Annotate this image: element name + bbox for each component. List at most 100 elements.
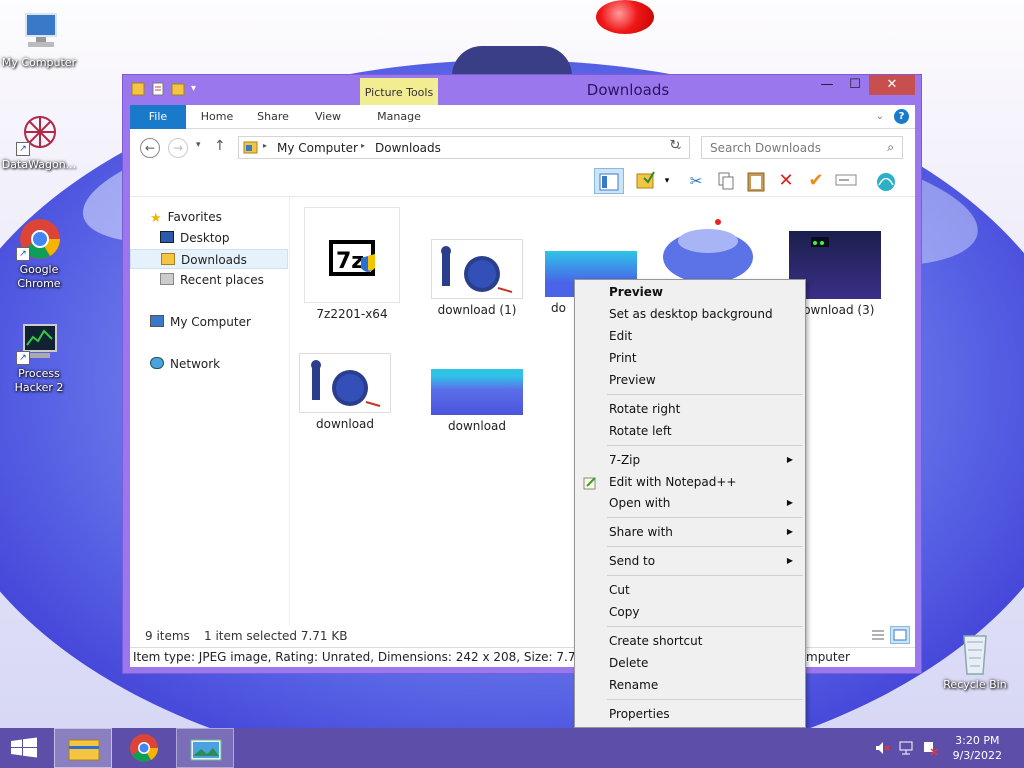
image-thumbnail: [299, 353, 391, 413]
menu-item-edit[interactable]: Edit: [577, 325, 803, 347]
recent-locations-icon[interactable]: ▾: [196, 140, 201, 150]
menu-item-cut[interactable]: Cut: [577, 579, 803, 601]
desktop-icon-datawagon[interactable]: ↗ DataWagon...: [1, 112, 77, 172]
file-item[interactable]: download: [418, 369, 536, 433]
preview-pane-icon[interactable]: [594, 168, 624, 194]
menu-item-7zip[interactable]: 7-Zip ▶: [577, 449, 803, 471]
desktop-icon-label: Google Chrome: [17, 263, 61, 290]
chevron-down-icon[interactable]: ▾: [660, 168, 674, 194]
network-icon: [150, 357, 164, 369]
start-button[interactable]: [0, 728, 48, 768]
submenu-arrow-icon: ▶: [786, 527, 793, 536]
menu-item-delete[interactable]: Delete: [577, 652, 803, 674]
desktop-icon-process-hacker[interactable]: ↗ Process Hacker 2: [1, 321, 77, 395]
cut-icon[interactable]: ✂: [684, 168, 708, 194]
item-count: 9 items: [145, 629, 190, 643]
details-view-icon[interactable]: [870, 627, 886, 646]
computer-icon: [150, 315, 164, 327]
file-item[interactable]: download: [293, 353, 397, 431]
tab-manage[interactable]: Manage: [364, 105, 434, 129]
menu-item-preview-2[interactable]: Preview: [577, 369, 803, 391]
breadcrumb-my-computer[interactable]: My Computer: [277, 141, 358, 155]
clock-time: 3:20 PM: [955, 734, 1000, 747]
close-button[interactable]: ✕: [869, 75, 915, 95]
nav-my-computer[interactable]: My Computer: [150, 312, 251, 332]
menu-item-edit-notepadpp[interactable]: Edit with Notepad++: [577, 471, 803, 493]
menu-item-copy[interactable]: Copy: [577, 601, 803, 623]
paste-icon[interactable]: [744, 168, 768, 194]
menu-item-create-shortcut[interactable]: Create shortcut: [577, 630, 803, 652]
file-explorer-icon: [68, 739, 100, 761]
nav-downloads[interactable]: Downloads: [130, 249, 288, 269]
taskbar-photo-viewer[interactable]: [176, 728, 234, 768]
file-item[interactable]: download (1): [418, 239, 536, 317]
menu-separator: [607, 546, 803, 547]
taskbar-file-explorer[interactable]: [54, 728, 112, 768]
process-hacker-icon: ↗: [16, 321, 62, 365]
menu-item-rotate-right[interactable]: Rotate right: [577, 398, 803, 420]
large-icons-view-icon[interactable]: [890, 626, 910, 644]
menu-item-share-with[interactable]: Share with ▶: [577, 521, 803, 543]
menu-item-properties[interactable]: Properties: [577, 703, 803, 725]
taskbar-chrome[interactable]: [116, 728, 174, 768]
menu-item-preview[interactable]: Preview: [577, 281, 803, 303]
checkmark-icon[interactable]: ✔: [804, 168, 828, 194]
minimize-button[interactable]: —: [813, 75, 841, 95]
menu-item-set-desktop-background[interactable]: Set as desktop background: [577, 303, 803, 325]
nav-network[interactable]: Network: [150, 354, 220, 374]
properties-folder-icon[interactable]: [634, 168, 658, 194]
menu-item-open-with[interactable]: Open with ▶: [577, 492, 803, 514]
up-arrow-icon[interactable]: ↑: [214, 138, 226, 154]
search-input[interactable]: Search Downloads ⌕: [701, 136, 903, 159]
tab-home[interactable]: Home: [194, 105, 240, 129]
folder-icon[interactable]: [131, 81, 145, 97]
menu-item-print[interactable]: Print: [577, 347, 803, 369]
menu-item-send-to[interactable]: Send to ▶: [577, 550, 803, 572]
menu-label: Edit with Notepad++: [609, 475, 737, 489]
nav-favorites[interactable]: ★ Favorites: [150, 207, 222, 227]
delete-icon[interactable]: ✕: [774, 168, 798, 194]
tab-share[interactable]: Share: [250, 105, 296, 129]
forward-button[interactable]: →: [168, 138, 188, 158]
tab-file[interactable]: File: [130, 105, 186, 129]
properties-icon[interactable]: [151, 81, 165, 97]
back-button[interactable]: ←: [140, 138, 160, 158]
action-center-icon[interactable]: [922, 740, 938, 756]
desktop-icon-recycle-bin[interactable]: Recycle Bin: [937, 632, 1013, 692]
volume-muted-icon[interactable]: [874, 740, 890, 756]
tab-view[interactable]: View: [306, 105, 350, 129]
menu-label: Share with: [609, 525, 673, 539]
help-icon[interactable]: ?: [894, 109, 909, 124]
file-item[interactable]: [662, 217, 754, 283]
command-toolbar: ▾ ✂ ✕ ✔: [130, 165, 915, 197]
maximize-button[interactable]: ☐: [841, 75, 869, 95]
menu-item-rotate-left[interactable]: Rotate left: [577, 420, 803, 442]
new-folder-icon[interactable]: [171, 81, 185, 97]
submenu-arrow-icon: ▶: [786, 455, 793, 464]
folder-icon: [243, 140, 259, 157]
network-icon[interactable]: [898, 740, 914, 756]
wallpaper-red-ball: [596, 0, 654, 34]
clock[interactable]: 3:20 PM 9/3/2022: [953, 733, 1002, 763]
rename-icon[interactable]: [834, 168, 858, 194]
nav-recent-places[interactable]: Recent places: [160, 270, 264, 290]
nav-desktop[interactable]: Desktop: [160, 228, 230, 248]
separator-icon: ▸: [263, 141, 268, 150]
chevron-down-icon[interactable]: ▾: [191, 81, 205, 97]
title-bar[interactable]: ▾ Picture Tools Downloads — ☐ ✕: [123, 75, 921, 105]
refresh-icon[interactable]: ↻: [664, 138, 686, 158]
ribbon-tabs: File Home Share View Manage ⌄ ?: [130, 105, 915, 129]
address-bar[interactable]: ▸ My Computer ▸ Downloads ⌄: [238, 136, 690, 159]
menu-separator: [607, 445, 803, 446]
menu-separator: [607, 575, 803, 576]
desktop-icon-google-chrome[interactable]: ↗ Google Chrome: [1, 217, 77, 291]
submenu-arrow-icon: ▶: [786, 556, 793, 565]
breadcrumb-downloads[interactable]: Downloads: [375, 141, 441, 155]
shell-icon[interactable]: [874, 168, 898, 194]
nav-label: Recent places: [180, 273, 264, 287]
menu-item-rename[interactable]: Rename: [577, 674, 803, 696]
copy-icon[interactable]: [714, 168, 738, 194]
file-item[interactable]: 7z 7z2201-x64: [293, 207, 411, 321]
desktop-icon-my-computer[interactable]: My Computer: [1, 10, 77, 70]
expand-ribbon-icon[interactable]: ⌄: [876, 111, 884, 122]
